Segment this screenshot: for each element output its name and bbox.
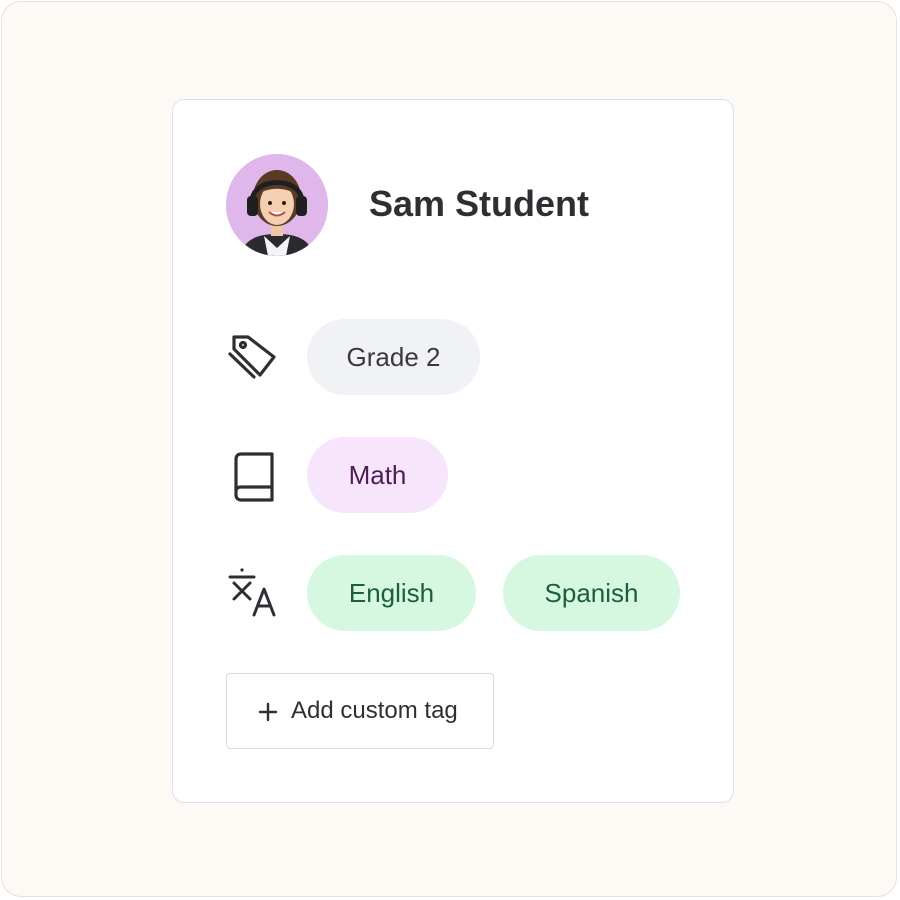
tags-icon	[226, 329, 282, 385]
student-name: Sam Student	[369, 183, 590, 224]
plus-icon	[258, 701, 278, 722]
grade-tag-chip[interactable]: Grade 2	[307, 319, 480, 395]
subject-tag-chip[interactable]: Math	[307, 437, 448, 513]
language-tag-chip-english[interactable]: English	[307, 555, 476, 631]
page-background: Sam Student Grade 2 Math English Spanish…	[1, 1, 897, 897]
add-custom-tag-button[interactable]: Add custom tag	[226, 673, 494, 749]
student-profile-card: Sam Student Grade 2 Math English Spanish…	[172, 99, 734, 803]
language-tag-chip-spanish[interactable]: Spanish	[503, 555, 680, 631]
translate-icon	[226, 565, 282, 621]
book-icon	[226, 447, 282, 503]
avatar	[226, 154, 328, 256]
add-custom-tag-label: Add custom tag	[291, 697, 458, 724]
